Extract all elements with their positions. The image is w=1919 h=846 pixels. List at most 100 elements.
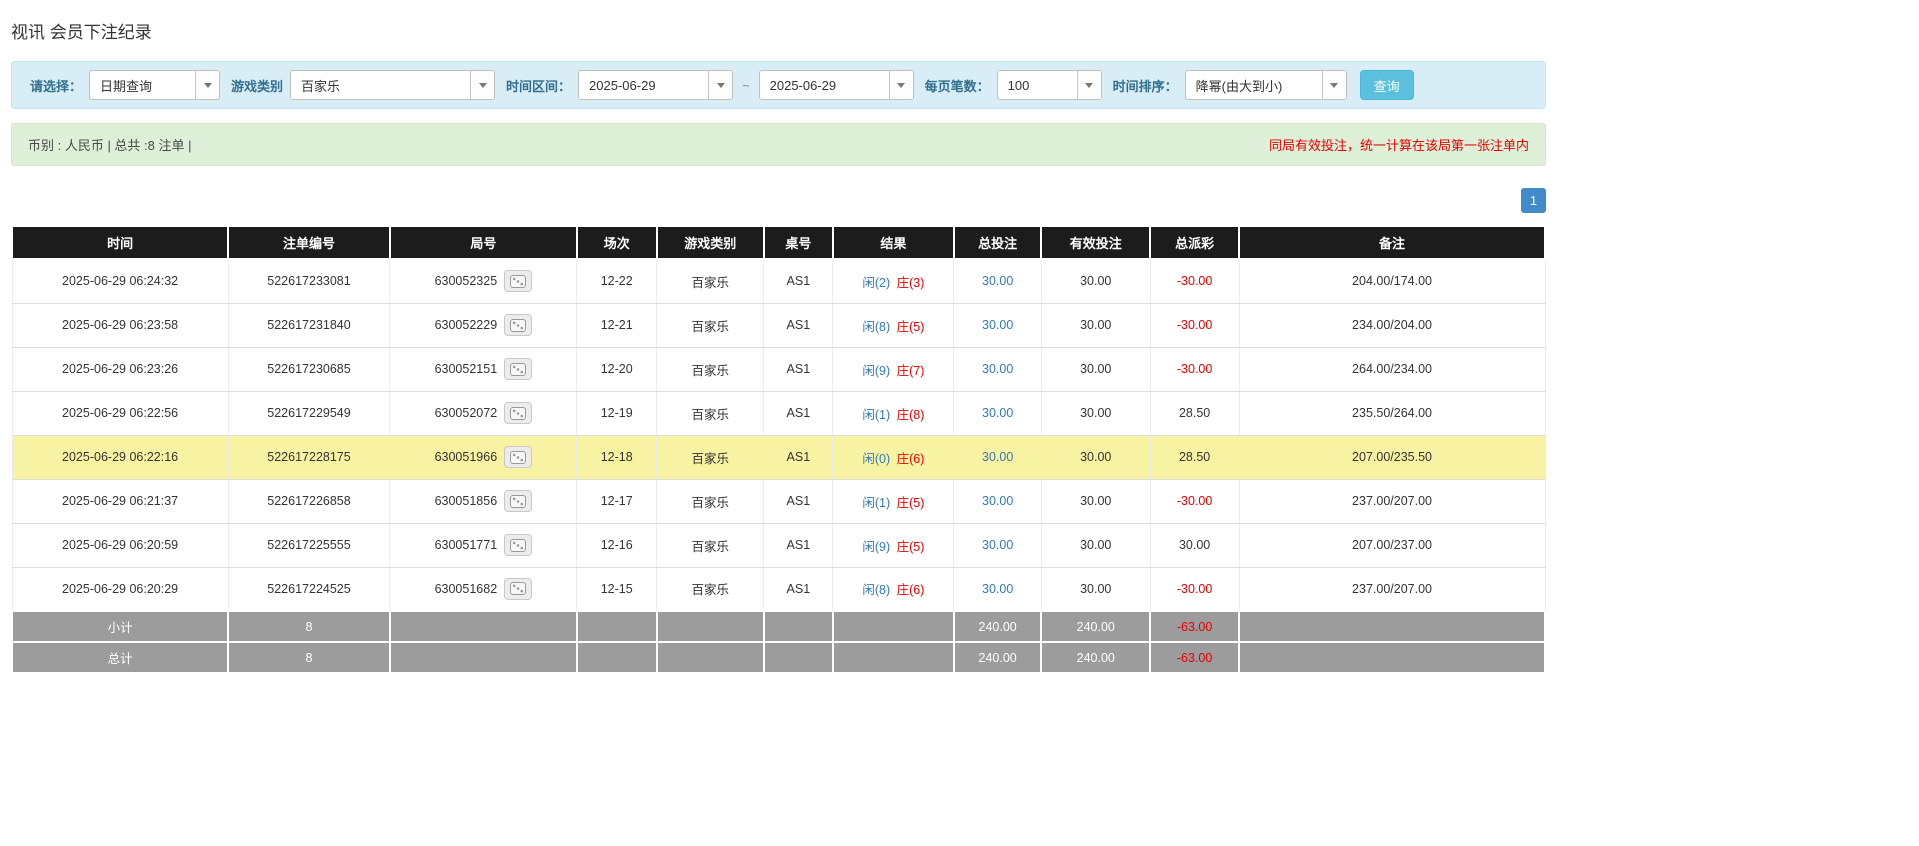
- dice-icon: [510, 274, 527, 288]
- total-bet-link[interactable]: 30.00: [982, 362, 1013, 376]
- dice-icon: [510, 538, 527, 552]
- date-to-dropdown[interactable]: 2025-06-29: [758, 70, 914, 100]
- cell-table-no: AS1: [763, 258, 834, 304]
- cell-remark: 207.00/235.50: [1238, 434, 1546, 480]
- cell-table-no: AS1: [763, 566, 834, 612]
- currency-summary-text: 币别 : 人民币 | 总共 :8 注单 |: [28, 138, 192, 153]
- cell-session: 12-18: [576, 434, 658, 480]
- cell-game-type: 百家乐: [656, 522, 765, 568]
- total-bet-link[interactable]: 30.00: [982, 406, 1013, 420]
- caret-down-icon[interactable]: [470, 71, 495, 99]
- round-detail-button[interactable]: [504, 490, 533, 512]
- cell-game-type: 百家乐: [656, 566, 765, 612]
- cell-remark: 204.00/174.00: [1238, 258, 1546, 304]
- round-detail-button[interactable]: [504, 314, 533, 336]
- cell-bet-id: 522617224525: [227, 566, 391, 612]
- result-player: 闲(1): [862, 407, 891, 422]
- result-banker: 庄(3): [896, 275, 925, 290]
- header-game-type: 游戏类别: [655, 225, 765, 260]
- date-from-dropdown[interactable]: 2025-06-29: [578, 70, 734, 100]
- cell-remark: 237.00/207.00: [1238, 566, 1546, 612]
- round-id-text: 630051856: [434, 494, 498, 508]
- cell-session: 12-21: [576, 302, 658, 348]
- cell-time: 2025-06-29 06:23:58: [11, 302, 229, 348]
- result-player: 闲(2): [862, 275, 891, 290]
- round-id-text: 630052325: [434, 274, 498, 289]
- round-detail-button[interactable]: [504, 577, 533, 600]
- total-payout: -63.00: [1149, 641, 1241, 674]
- round-detail-button[interactable]: [504, 402, 533, 424]
- result-player: 闲(8): [862, 319, 891, 334]
- caret-down-icon[interactable]: [888, 71, 913, 99]
- caret-down-icon[interactable]: [1321, 71, 1346, 99]
- result-player: 闲(1): [862, 495, 891, 510]
- caret-down-icon[interactable]: [1076, 71, 1101, 99]
- header-remark: 备注: [1238, 225, 1546, 260]
- cell-total-bet: 30.00: [953, 434, 1042, 480]
- cell-total-bet: 30.00: [953, 522, 1042, 568]
- cell-result: 闲(1) 庄(5): [832, 478, 955, 524]
- search-button[interactable]: 查询: [1359, 70, 1414, 100]
- total-row: 总计 8 240.00 240.00 -63.00: [10, 641, 1546, 674]
- cell-session: 12-19: [576, 390, 658, 436]
- cell-table-no: AS1: [763, 346, 834, 392]
- total-label: 总计: [10, 641, 230, 674]
- subtotal-valid-bet: 240.00: [1040, 610, 1152, 643]
- cell-session: 12-15: [576, 566, 658, 612]
- cell-table-no: AS1: [763, 478, 834, 524]
- summary-bar: 币别 : 人民币 | 总共 :8 注单 | 同局有效投注，统一计算在该局第一张注…: [11, 123, 1546, 166]
- caret-down-icon[interactable]: [708, 71, 733, 99]
- table-footer: 小计 8 240.00 240.00 -63.00 总计 8 240.00 24…: [10, 610, 1546, 674]
- total-bet-link[interactable]: 30.00: [982, 318, 1013, 332]
- result-banker: 庄(5): [896, 539, 925, 554]
- cell-game-type: 百家乐: [656, 478, 765, 524]
- total-bet-link[interactable]: 30.00: [982, 450, 1013, 464]
- table-row: 2025-06-29 06:23:26 522617230685 6300521…: [11, 346, 1546, 392]
- valid-bet-notice-text: 同局有效投注，统一计算在该局第一张注单内: [1268, 138, 1529, 153]
- cell-game-type: 百家乐: [656, 390, 765, 436]
- round-detail-button[interactable]: [504, 446, 533, 468]
- round-detail-button[interactable]: [504, 270, 533, 293]
- total-bet-link[interactable]: 30.00: [982, 494, 1013, 508]
- cell-bet-id: 522617231840: [227, 302, 391, 348]
- round-detail-button[interactable]: [504, 534, 533, 556]
- game-type-label: 游戏类别: [231, 78, 284, 94]
- cell-total-bet: 30.00: [953, 346, 1042, 392]
- cell-result: 闲(2) 庄(3): [832, 258, 955, 304]
- cell-round-id: 630051966: [389, 434, 578, 480]
- game-type-value: 百家乐: [301, 78, 341, 94]
- cell-game-type: 百家乐: [656, 346, 765, 392]
- cell-payout: 28.50: [1149, 390, 1240, 436]
- total-bet-link[interactable]: 30.00: [982, 274, 1013, 288]
- result-banker: 庄(5): [896, 495, 925, 510]
- game-type-dropdown[interactable]: 百家乐: [290, 70, 496, 100]
- cell-total-bet: 30.00: [953, 566, 1042, 612]
- page-button-1[interactable]: 1: [1521, 188, 1546, 213]
- subtotal-total-bet: 240.00: [952, 610, 1043, 643]
- query-type-dropdown[interactable]: 日期查询: [89, 70, 221, 100]
- table-row: 2025-06-29 06:24:32 522617233081 6300523…: [11, 258, 1546, 304]
- result-player: 闲(9): [862, 539, 891, 554]
- total-valid-bet: 240.00: [1040, 641, 1152, 674]
- page-size-dropdown[interactable]: 100: [996, 70, 1102, 100]
- cell-time: 2025-06-29 06:20:29: [11, 566, 229, 612]
- round-detail-button[interactable]: [504, 358, 533, 380]
- main-content: 视讯 会员下注纪录 请选择： 日期查询 游戏类别 百家乐 时间区间： 2025-…: [0, 0, 1546, 846]
- round-id-text: 630052072: [434, 406, 498, 420]
- cell-game-type: 百家乐: [656, 302, 765, 348]
- sort-order-label: 时间排序：: [1112, 78, 1178, 94]
- sort-order-dropdown[interactable]: 降幂(由大到小): [1184, 70, 1347, 100]
- cell-total-bet: 30.00: [953, 390, 1042, 436]
- round-id-text: 630051771: [434, 538, 498, 552]
- cell-payout: -30.00: [1149, 346, 1240, 392]
- cell-payout: 28.50: [1149, 434, 1240, 480]
- cell-bet-id: 522617225555: [227, 522, 391, 568]
- caret-down-icon[interactable]: [195, 71, 220, 99]
- cell-result: 闲(8) 庄(5): [832, 302, 955, 348]
- cell-time: 2025-06-29 06:21:37: [11, 478, 229, 524]
- total-bet-link[interactable]: 30.00: [982, 538, 1013, 552]
- total-bet-link[interactable]: 30.00: [982, 582, 1013, 596]
- total-count: 8: [227, 641, 391, 674]
- cell-remark: 207.00/237.00: [1238, 522, 1546, 568]
- select-type-label: 请选择：: [30, 78, 83, 94]
